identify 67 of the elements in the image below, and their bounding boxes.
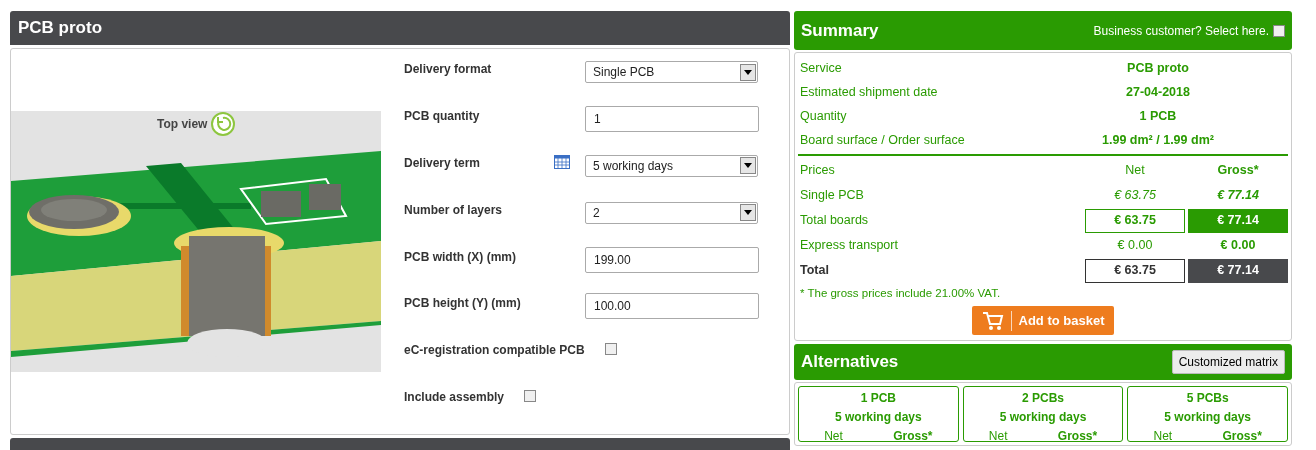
field-label: Include assembly [404, 389, 505, 407]
detail-value: 1 PCB [1138, 107, 1178, 125]
net-heading: Net [1153, 428, 1173, 445]
price-label: Total [799, 262, 830, 280]
vat-note: * The gross prices include 21.00% VAT. [799, 286, 1002, 301]
summary-title: Summary [801, 19, 879, 42]
customized-matrix-button[interactable]: Customized matrix [1171, 350, 1285, 374]
view-label: Top view [157, 116, 208, 133]
dropdown[interactable]: Single PCB [585, 61, 758, 83]
gross-price: Gross* [1216, 162, 1260, 180]
field-label: Delivery format [404, 61, 493, 78]
alternative-card[interactable]: 2 PCBs 5 working days Net Gross* [962, 386, 1124, 442]
field-label: PCB height (Y) (mm) [404, 295, 522, 313]
caret-icon [744, 163, 752, 169]
gross-heading: Gross* [1222, 428, 1262, 445]
detail-label: Estimated shipment date [799, 83, 939, 101]
gross-price: € 77.14 [1188, 208, 1288, 233]
net-price: € 63.75 [1113, 187, 1157, 205]
panel-title: PCB proto [18, 17, 103, 40]
caret-icon [744, 69, 752, 75]
detail-value: PCB proto [1126, 59, 1190, 77]
business-customer-label: Business customer? Select here. [1093, 22, 1269, 40]
net-price: Net [1124, 162, 1146, 180]
alternative-term: 5 working days [835, 409, 922, 426]
alternative-card[interactable]: 1 PCB 5 working days Net Gross* [798, 386, 959, 442]
price-label: Express transport [799, 237, 899, 255]
input-field[interactable]: 100.00 [585, 293, 759, 320]
checkbox[interactable] [604, 343, 617, 356]
price-label: Total boards [799, 212, 870, 230]
calendar-icon[interactable] [554, 154, 570, 169]
price-label: Prices [799, 162, 836, 180]
net-price: € 63.75 [1085, 208, 1185, 233]
alternative-term: 5 working days [1164, 409, 1252, 426]
alternative-quantity: 1 PCB [860, 390, 896, 407]
detail-value: 27-04-2018 [1125, 83, 1191, 101]
alternative-quantity: 5 PCBs [1186, 390, 1229, 407]
net-heading: Net [824, 428, 843, 445]
field-label: eC-registration compatible PCB [404, 342, 585, 360]
checkbox[interactable] [524, 390, 537, 403]
alternative-term: 5 working days [999, 409, 1087, 426]
net-price: € 63.75 [1085, 258, 1185, 283]
net-price: € 0.00 [1116, 237, 1154, 255]
caret-icon [744, 210, 752, 216]
cart-icon [981, 310, 1004, 331]
gross-heading: Gross* [1057, 428, 1098, 445]
net-heading: Net [988, 428, 1008, 445]
business-checkbox[interactable] [1273, 24, 1285, 37]
input-field[interactable]: 1 [585, 105, 759, 132]
field-label: Number of layers [404, 201, 504, 219]
field-label: Delivery term [404, 154, 482, 172]
detail-label: Service [799, 59, 843, 77]
input-field[interactable]: 199.00 [585, 246, 759, 273]
alternative-quantity: 2 PCBs [1022, 390, 1064, 407]
gross-price: € 77.14 [1216, 187, 1260, 205]
detail-label: Board surface / Order surface [799, 131, 966, 149]
price-label: Single PCB [799, 187, 865, 205]
alternative-card[interactable]: 5 PCBs 5 working days Net Gross* [1127, 386, 1288, 442]
gross-price: € 0.00 [1219, 237, 1257, 255]
gross-heading: Gross* [893, 428, 933, 445]
gross-price: € 77.14 [1188, 258, 1288, 283]
detail-value: 1.99 dm² / 1.99 dm² [1101, 131, 1215, 149]
field-label: PCB quantity [404, 107, 481, 125]
detail-label: Quantity [799, 107, 848, 125]
alternatives-title: Alternatives [801, 351, 899, 374]
dropdown[interactable]: 2 [585, 201, 758, 224]
field-label: PCB width (X) (mm) [404, 248, 517, 266]
dropdown[interactable]: 5 working days [585, 154, 758, 177]
